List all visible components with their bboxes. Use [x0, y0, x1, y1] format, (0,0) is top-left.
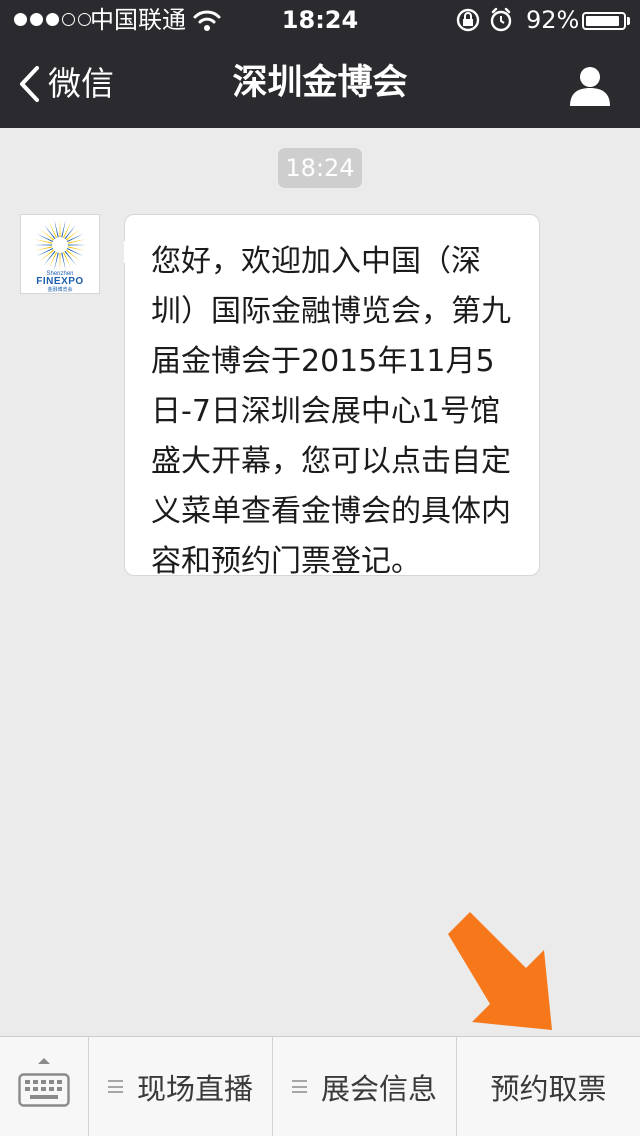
status-icons — [456, 7, 512, 32]
menu-item-label: 现场直播 — [136, 1071, 253, 1106]
chat-title: 深圳金博会 — [232, 63, 408, 103]
rotation-lock-icon — [456, 8, 480, 32]
menu-item-expo-info[interactable]: 展会信息 — [272, 1037, 456, 1136]
message-bubble[interactable]: 您好，欢迎加入中国（深圳）国际金融博览会，第九届金博会于2015年11月5日-7… — [124, 214, 540, 579]
submenu-icon — [107, 1080, 123, 1093]
logo-chinese-name: 金融博览会 — [47, 287, 73, 293]
status-bar: 中国联通 18:24 92% — [0, 0, 640, 40]
menu-item-label: 展会信息 — [320, 1071, 437, 1106]
navigation-bar: 微信 深圳金博会 — [0, 40, 640, 128]
custom-menu-bar: 现场直播 展会信息 预约取票 — [0, 1036, 640, 1136]
battery-percent: 92% — [526, 6, 580, 34]
chat-area[interactable]: 18:24 Shenzhen FINEXPO 金融博览会 您好，欢迎加入中国（深… — [0, 128, 640, 1036]
finexpo-logo-icon — [34, 219, 86, 271]
battery-icon — [582, 12, 626, 30]
menu-item-ticket-booking[interactable]: 预约取票 — [456, 1037, 640, 1136]
keyboard-icon — [18, 1073, 70, 1107]
chevron-up-icon — [38, 1058, 50, 1064]
submenu-icon — [291, 1080, 307, 1093]
menu-item-live[interactable]: 现场直播 — [88, 1037, 272, 1136]
menu-item-label: 预约取票 — [490, 1071, 607, 1106]
battery-level — [586, 16, 619, 26]
sender-avatar[interactable]: Shenzhen FINEXPO 金融博览会 — [20, 214, 100, 294]
message-text: 您好，欢迎加入中国（深圳）国际金融博览会，第九届金博会于2015年11月5日-7… — [151, 244, 511, 579]
alarm-icon — [490, 7, 512, 32]
profile-icon[interactable] — [568, 64, 612, 108]
keyboard-toggle-button[interactable] — [0, 1037, 88, 1136]
bubble-tail-cover — [124, 241, 128, 263]
battery-cap — [627, 17, 630, 25]
message-timestamp: 18:24 — [278, 148, 362, 188]
top-bar: 中国联通 18:24 92% 微信 深圳金博会 — [0, 0, 640, 128]
